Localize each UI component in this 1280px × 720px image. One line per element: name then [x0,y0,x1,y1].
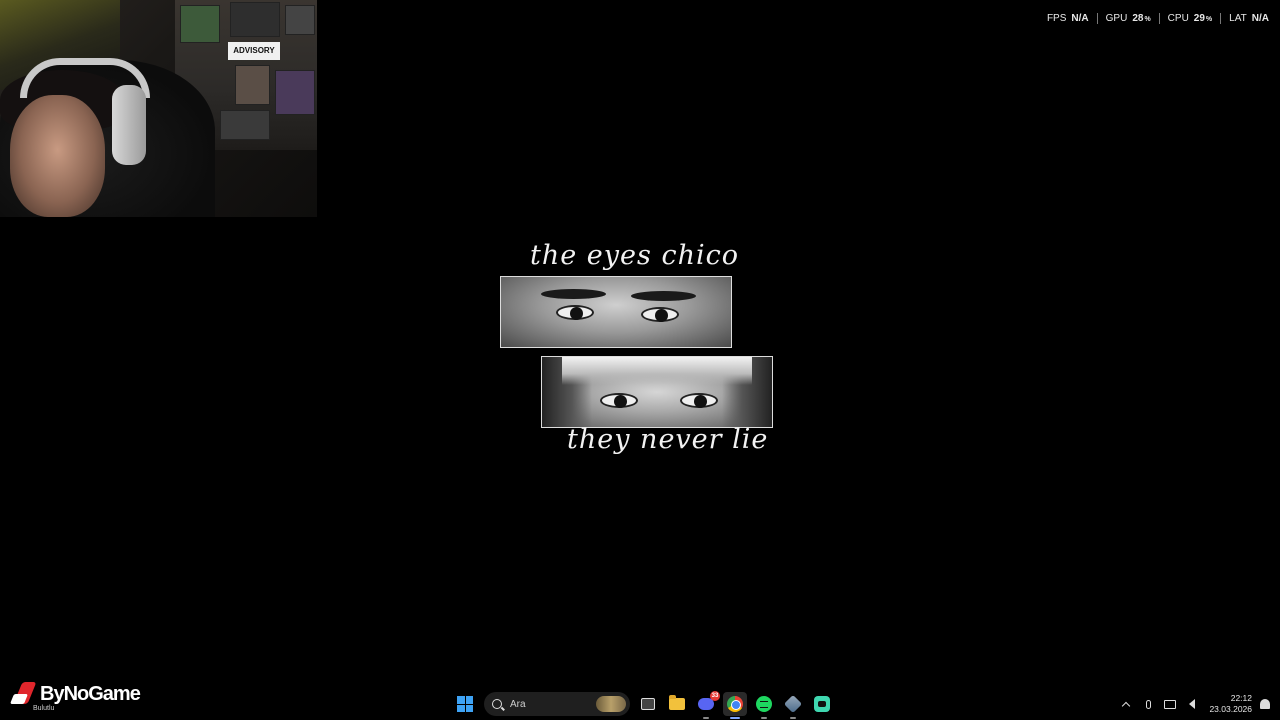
perf-label: FPS [1046,12,1067,24]
perf-unit: % [1144,15,1151,23]
task-view-button[interactable] [636,692,660,716]
clock-date: 23.03.2026 [1209,704,1252,714]
perf-fps: FPS N/A [1047,13,1097,24]
system-tray: 22:12 23.03.2026 [1113,692,1270,716]
advisory-poster: ADVISORY [228,42,280,60]
search-icon [492,699,502,709]
webcam-overlay: ADVISORY [0,0,317,217]
perf-value: 28 [1132,12,1144,24]
person-face [10,95,105,217]
discord-button[interactable]: 33 [694,691,720,719]
performance-overlay: FPS N/A GPU 28 % CPU 29 % LAT N/A [1047,11,1269,25]
chevron-up-icon [1122,701,1131,710]
spotify-icon [756,696,772,712]
perf-value: N/A [1251,12,1269,24]
app-icon [783,694,803,714]
wallpaper-top-text: the eyes chico [530,240,739,271]
running-indicator [703,717,709,719]
perf-label: CPU [1167,12,1189,24]
file-explorer-button[interactable] [665,692,689,716]
headphone-cup [112,85,146,165]
chat-app-button[interactable] [810,692,834,716]
search-highlight-icon [596,696,626,712]
notification-badge: 33 [710,691,720,701]
eyes-image-bottom [541,356,773,428]
active-indicator [730,717,740,719]
notification-bell-icon[interactable] [1260,699,1270,709]
running-indicator [761,717,767,719]
volume-icon [1189,699,1196,709]
perf-value: 29 [1193,12,1205,24]
windows-icon [457,696,473,712]
perf-unit: % [1205,15,1213,23]
chat-icon [814,696,830,712]
chrome-button[interactable] [723,692,747,719]
running-indicator [790,717,796,719]
wallpaper-bottom-text: they never lie [567,424,769,455]
taskbar: Ara 33 22:12 23.03.2026 [0,688,1280,720]
eyes-image-top [500,276,732,348]
clock[interactable]: 22:12 23.03.2026 [1209,693,1252,715]
task-view-icon [641,698,655,710]
discord-icon: 33 [698,691,720,710]
app-button[interactable] [781,692,805,719]
perf-label: LAT [1229,12,1247,24]
start-button[interactable] [453,692,477,716]
search-input[interactable]: Ara [484,692,630,716]
taskbar-apps: Ara 33 [453,691,839,719]
perf-gpu: GPU 28 % [1096,12,1159,24]
spotify-button[interactable] [752,692,776,719]
desktop-wallpaper-art: the eyes chico they never lie [495,232,785,472]
perf-lat: LAT N/A [1220,12,1269,24]
show-hidden-icons-button[interactable] [1117,695,1135,713]
perf-value: N/A [1071,12,1089,24]
network-icon [1164,699,1177,709]
microphone-icon [1145,699,1151,709]
folder-icon [669,695,685,710]
network-button[interactable] [1161,695,1179,713]
perf-cpu: CPU 29 % [1158,12,1220,24]
search-placeholder: Ara [510,698,526,710]
chrome-icon [727,696,743,712]
perf-label: GPU [1105,12,1128,24]
microphone-button[interactable] [1139,695,1157,713]
volume-button[interactable] [1183,695,1201,713]
clock-time: 22:12 [1230,693,1252,703]
